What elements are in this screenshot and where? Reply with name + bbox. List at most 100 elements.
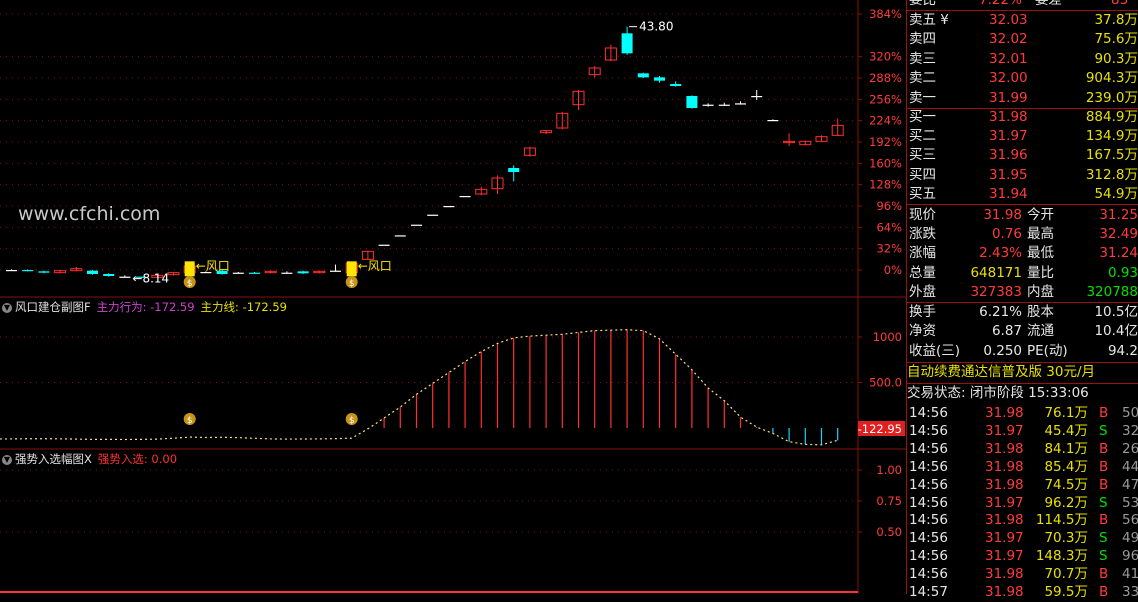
candle-body[interactable]	[718, 104, 730, 106]
signal-box	[346, 261, 357, 277]
buy-level-price: 31.95	[989, 166, 1028, 183]
chevron-down-icon[interactable]: ▼	[2, 303, 12, 313]
watermark: www.cfchi.com	[18, 203, 161, 225]
buy-level-row[interactable]: 买五 31.94 54.9万	[907, 185, 1138, 204]
candle-body[interactable]	[637, 73, 649, 78]
tick-row: 14:56 31.97 148.3万 S 96	[907, 547, 1138, 566]
stats-value: 10.4亿	[1094, 323, 1138, 340]
tick-price: 31.98	[985, 476, 1024, 493]
signal-label: ←风口	[358, 259, 392, 273]
candle-body[interactable]	[6, 270, 17, 272]
order-ratio-value: 7.22%	[979, 0, 1022, 8]
stats-row: 换手 6.21% 股本 10.5亿	[907, 303, 1138, 322]
candle-body[interactable]	[654, 77, 665, 81]
candle-body[interactable]	[38, 271, 50, 273]
sub1-tick-label: 500.0	[869, 376, 902, 390]
sell-level-row[interactable]: 卖二 32.00 904.3万	[907, 69, 1138, 88]
buy-level-row[interactable]: 买二 31.97 134.9万	[907, 127, 1138, 146]
sell-level-row[interactable]: 卖一 31.99 239.0万	[907, 89, 1138, 108]
candle-body[interactable]	[330, 270, 341, 272]
sell-level-row[interactable]: 卖五 ¥ 32.03 37.8万	[907, 11, 1138, 30]
tick-count: 32	[1122, 422, 1138, 439]
tick-price: 31.98	[985, 440, 1024, 457]
tick-side: B	[1099, 440, 1109, 457]
candle-body[interactable]	[670, 84, 682, 86]
sell-level-price: 32.01	[989, 50, 1028, 67]
tick-volume: 45.4万	[1044, 422, 1088, 439]
order-diff-label: 委差	[1035, 0, 1062, 8]
candle-body[interactable]	[378, 244, 390, 246]
money-bag-symbol: $	[349, 279, 355, 289]
sell-level-price: 32.02	[989, 31, 1028, 48]
sell-level-volume: 75.6万	[1094, 31, 1138, 48]
candle-body[interactable]	[87, 270, 98, 274]
candle-body[interactable]	[297, 271, 309, 274]
tick-time: 14:56	[909, 422, 948, 439]
stats-label: PE(动)	[1027, 342, 1068, 359]
tick-side: B	[1099, 476, 1109, 493]
tick-price: 31.97	[985, 548, 1024, 565]
chart-area[interactable]: 384% 320% 288% 256% 224% 192% 160% 128% 96% 64% 32…	[0, 0, 906, 594]
sub2-title-bar[interactable]: ▼ 强势入选幅图X 强势入选: 0.00	[2, 451, 177, 467]
quote-value: 2.43%	[979, 245, 1022, 262]
candle-body[interactable]	[232, 272, 244, 274]
candle-body[interactable]	[508, 168, 520, 172]
tick-time: 14:56	[909, 440, 948, 457]
candle-body[interactable]	[621, 33, 633, 54]
tick-row: 14:57 31.98 59.5万 B 33	[907, 583, 1138, 602]
tick-side: B	[1099, 584, 1109, 600]
sell-level-label: 卖三	[909, 50, 936, 67]
candle-body[interactable]	[767, 120, 779, 122]
quote-row: 外盘 327383 内盘 320788	[907, 283, 1138, 302]
sell-level-row[interactable]: 卖四 32.02 75.6万	[907, 30, 1138, 49]
buy-level-row[interactable]: 买一 31.98 884.9万	[907, 108, 1138, 127]
tick-count: 41	[1122, 566, 1138, 583]
sub1-title-bar[interactable]: ▼ 风口建仓副图F 主力行为: -172.59 主力线: -172.59	[2, 299, 287, 315]
candle-body[interactable]	[751, 96, 763, 98]
tick-price: 31.97	[985, 530, 1024, 547]
sell-level-label: 卖四	[909, 31, 936, 48]
quote-label: 最高	[1027, 226, 1054, 243]
quote-value: 31.25	[1099, 207, 1138, 223]
candle-body[interactable]	[281, 272, 293, 274]
buy-level-price: 31.98	[989, 109, 1028, 125]
tick-time: 14:56	[909, 476, 948, 493]
quote-row: 现价 31.98 今开 31.25	[907, 206, 1138, 225]
promo-banner[interactable]: 自动续费通达信普及版 30元/月	[907, 363, 1138, 382]
tick-row: 14:56 31.98 70.7万 B 41	[907, 565, 1138, 584]
candle-body[interactable]	[394, 235, 406, 237]
signal-label: ←风口	[196, 259, 230, 273]
candle-body[interactable]	[735, 103, 746, 105]
stats-value: 0.250	[983, 342, 1022, 359]
candle-body[interactable]	[249, 272, 260, 274]
tick-price: 31.98	[985, 566, 1024, 583]
tick-time: 14:56	[909, 548, 948, 565]
candle-body[interactable]	[702, 104, 714, 106]
candle-body[interactable]	[686, 96, 698, 108]
candle-body[interactable]	[22, 270, 34, 272]
tick-count: 26	[1122, 440, 1138, 457]
sub1-tick-label: 1000	[873, 330, 902, 344]
pct-tick-label: 288%	[869, 71, 902, 85]
tick-price: 31.97	[985, 422, 1024, 439]
quote-value: 0.93	[1107, 264, 1138, 281]
tick-time: 14:56	[909, 566, 948, 583]
candle-body[interactable]	[427, 214, 439, 216]
stats-label: 收益(三)	[909, 342, 961, 359]
buy-level-row[interactable]: 买三 31.96 167.5万	[907, 146, 1138, 165]
chevron-down-icon[interactable]: ▼	[2, 455, 12, 465]
sell-level-row[interactable]: 卖三 32.01 90.3万	[907, 50, 1138, 69]
sell-level-volume: 239.0万	[1085, 89, 1138, 106]
tick-count: 47	[1122, 476, 1138, 493]
candle-body[interactable]	[443, 206, 455, 208]
tick-row: 14:56 31.98 76.1万 B 50	[907, 404, 1138, 423]
candle-body[interactable]	[103, 274, 115, 276]
buy-level-row[interactable]: 买四 31.95 312.8万	[907, 166, 1138, 185]
candle-body[interactable]	[411, 224, 422, 226]
stats-value: 6.21%	[979, 304, 1022, 320]
sell-level-price: 32.03	[989, 12, 1028, 28]
tick-row: 14:56 31.98 114.5万 B 56	[907, 511, 1138, 530]
candle-body[interactable]	[119, 276, 131, 278]
candle-body[interactable]	[459, 196, 471, 198]
sub1-value-2: 主力线: -172.59	[200, 300, 287, 314]
